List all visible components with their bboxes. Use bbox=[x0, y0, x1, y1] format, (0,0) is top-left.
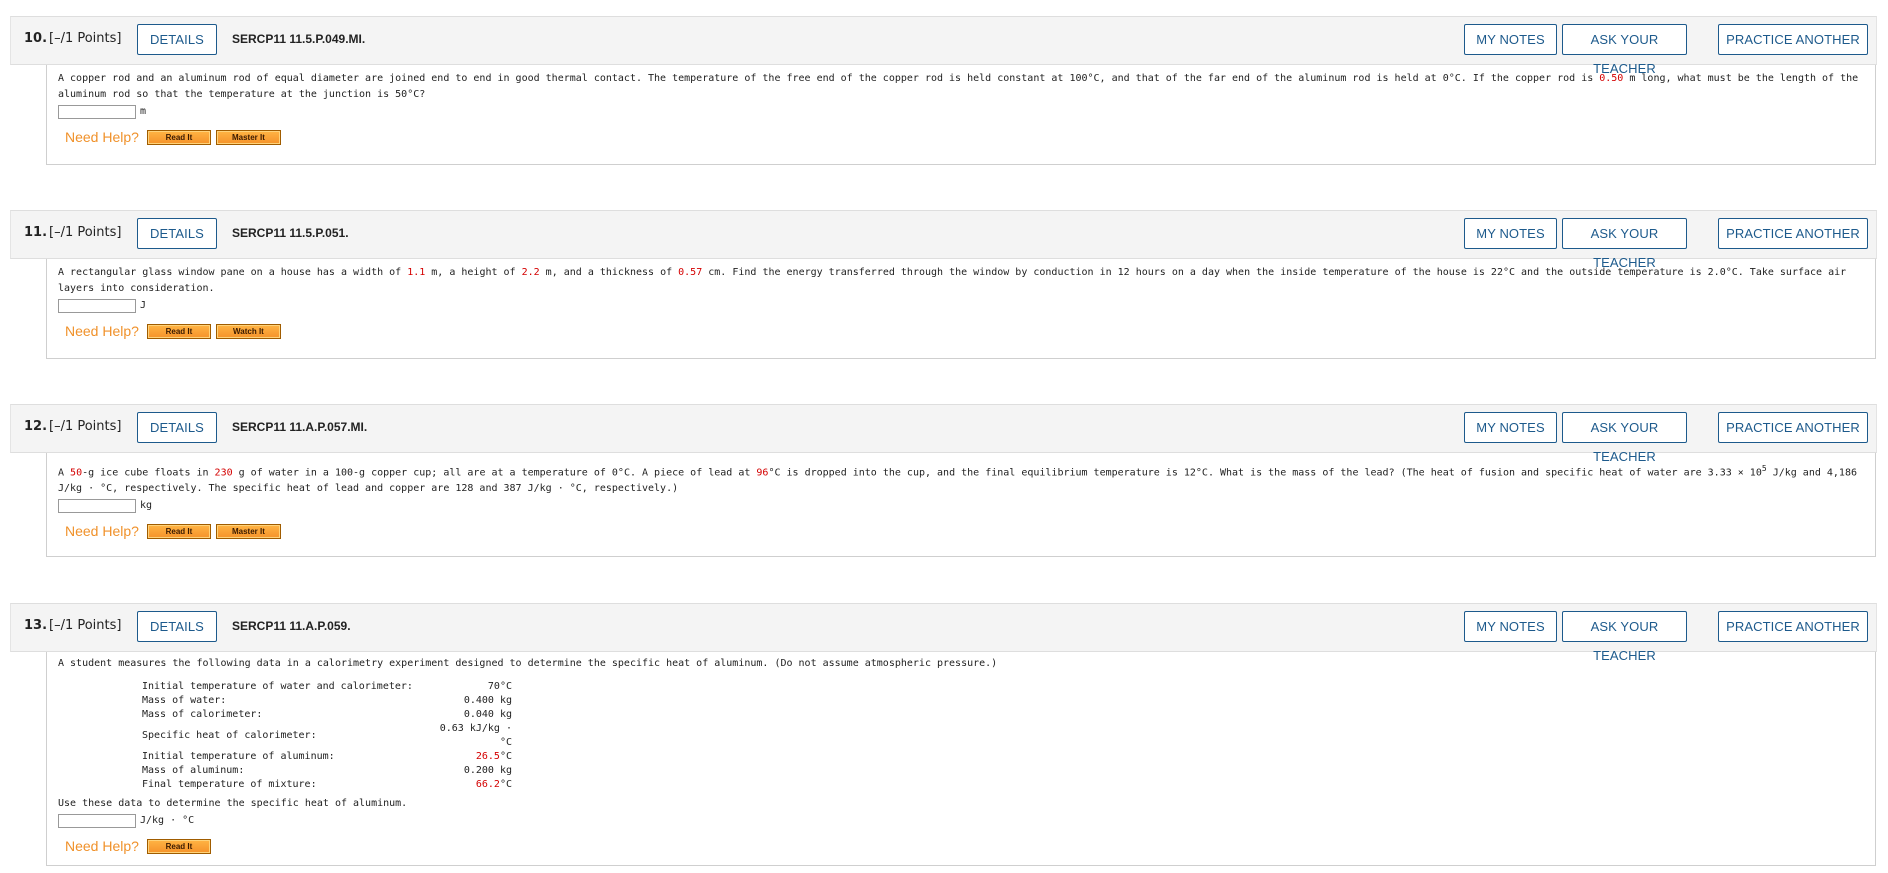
table-row: Final temperature of mixture: 66.2°C bbox=[142, 779, 512, 790]
ask-teacher-button[interactable]: ASK YOUR TEACHER bbox=[1562, 218, 1687, 270]
question-header: 11. [–/1 Points] DETAILS SERCP11 11.5.P.… bbox=[10, 210, 1877, 270]
answer-unit: J bbox=[140, 300, 147, 311]
answer-row: J/kg · °C bbox=[58, 812, 1865, 830]
question-body: A 50-g ice cube floats in 230 g of water… bbox=[46, 453, 1876, 557]
need-help-row: Need Help? Read It Master It bbox=[65, 127, 1865, 147]
my-notes-button[interactable]: MY NOTES bbox=[1464, 218, 1557, 249]
need-help-label: Need Help? bbox=[65, 838, 139, 854]
answer-input[interactable] bbox=[58, 499, 136, 514]
read-it-button[interactable]: Read It bbox=[146, 523, 211, 539]
answer-unit: m bbox=[140, 106, 147, 117]
question-points: [–/1 Points] bbox=[49, 31, 122, 46]
ask-teacher-button[interactable]: ASK YOUR TEACHER bbox=[1562, 24, 1687, 76]
question-header: 12. [–/1 Points] DETAILS SERCP11 11.A.P.… bbox=[10, 404, 1877, 464]
details-button[interactable]: DETAILS bbox=[137, 611, 217, 642]
table-row: Mass of calorimeter: 0.040 kg bbox=[142, 709, 512, 720]
given-value: 2.2 bbox=[521, 267, 540, 278]
answer-input[interactable] bbox=[58, 105, 136, 119]
table-row: Initial temperature of water and calorim… bbox=[142, 681, 512, 692]
question-header: 13. [–/1 Points] DETAILS SERCP11 11.A.P.… bbox=[10, 603, 1877, 663]
practice-another-button[interactable]: PRACTICE ANOTHER bbox=[1718, 218, 1868, 249]
question-body: A rectangular glass window pane on a hou… bbox=[46, 259, 1876, 359]
answer-unit: J/kg · °C bbox=[140, 815, 195, 826]
details-button[interactable]: DETAILS bbox=[137, 24, 217, 55]
read-it-button[interactable]: Read It bbox=[146, 323, 211, 339]
practice-another-button[interactable]: PRACTICE ANOTHER bbox=[1718, 412, 1868, 443]
answer-row: m bbox=[58, 103, 1865, 121]
read-it-button[interactable]: Read It bbox=[146, 838, 211, 854]
answer-input[interactable] bbox=[58, 814, 136, 828]
master-it-button[interactable]: Master It bbox=[215, 523, 281, 539]
question-13: 13. [–/1 Points] DETAILS SERCP11 11.A.P.… bbox=[10, 603, 1877, 866]
question-points: [–/1 Points] bbox=[49, 419, 122, 434]
question-10: 10. [–/1 Points] DETAILS SERCP11 11.5.P.… bbox=[10, 16, 1877, 165]
question-number: 13. bbox=[24, 618, 48, 633]
question-points: [–/1 Points] bbox=[49, 618, 122, 633]
table-row: Initial temperature of aluminum: 26.5°C bbox=[142, 751, 512, 762]
question-code: SERCP11 11.A.P.059. bbox=[232, 619, 351, 633]
question-body: A copper rod and an aluminum rod of equa… bbox=[46, 65, 1876, 165]
question-number: 11. bbox=[24, 225, 48, 240]
question-number: 10. bbox=[24, 31, 48, 46]
answer-row: J bbox=[58, 297, 1865, 315]
question-header: 10. [–/1 Points] DETAILS SERCP11 11.5.P.… bbox=[10, 16, 1877, 76]
master-it-button[interactable]: Master It bbox=[215, 129, 281, 145]
table-row: Mass of aluminum: 0.200 kg bbox=[142, 765, 512, 776]
question-number: 12. bbox=[24, 419, 48, 434]
answer-row: kg bbox=[58, 497, 1865, 515]
question-text: A rectangular glass window pane on a hou… bbox=[58, 267, 1847, 294]
question-body: A student measures the following data in… bbox=[46, 652, 1876, 866]
details-button[interactable]: DETAILS bbox=[137, 218, 217, 249]
watch-it-button[interactable]: Watch It bbox=[215, 323, 281, 339]
question-11: 11. [–/1 Points] DETAILS SERCP11 11.5.P.… bbox=[10, 210, 1877, 359]
question-code: SERCP11 11.5.P.049.MI. bbox=[232, 32, 366, 46]
question-text: A copper rod and an aluminum rod of equa… bbox=[58, 73, 1859, 100]
ask-teacher-button[interactable]: ASK YOUR TEACHER bbox=[1562, 412, 1687, 464]
question-text: A student measures the following data in… bbox=[58, 658, 998, 669]
details-button[interactable]: DETAILS bbox=[137, 412, 217, 443]
table-row: Mass of water: 0.400 kg bbox=[142, 695, 512, 706]
given-value: 230 bbox=[214, 467, 233, 479]
my-notes-button[interactable]: MY NOTES bbox=[1464, 24, 1557, 55]
question-code: SERCP11 11.5.P.051. bbox=[232, 226, 349, 240]
given-value: 0.50 bbox=[1599, 73, 1624, 84]
given-value: 1.1 bbox=[407, 267, 426, 278]
practice-another-button[interactable]: PRACTICE ANOTHER bbox=[1718, 611, 1868, 642]
data-table: Initial temperature of water and calorim… bbox=[142, 680, 512, 792]
given-value: 50 bbox=[70, 467, 83, 479]
need-help-label: Need Help? bbox=[65, 323, 139, 339]
answer-unit: kg bbox=[140, 500, 153, 512]
given-value: 96 bbox=[756, 467, 769, 479]
my-notes-button[interactable]: MY NOTES bbox=[1464, 412, 1557, 443]
question-instruction: Use these data to determine the specific… bbox=[58, 798, 408, 809]
answer-input[interactable] bbox=[58, 299, 136, 313]
question-12: 12. [–/1 Points] DETAILS SERCP11 11.A.P.… bbox=[10, 404, 1877, 557]
read-it-button[interactable]: Read It bbox=[146, 129, 211, 145]
need-help-label: Need Help? bbox=[65, 129, 139, 145]
given-value: 0.57 bbox=[678, 267, 703, 278]
ask-teacher-button[interactable]: ASK YOUR TEACHER bbox=[1562, 611, 1687, 663]
question-points: [–/1 Points] bbox=[49, 225, 122, 240]
need-help-row: Need Help? Read It bbox=[65, 836, 1865, 856]
need-help-label: Need Help? bbox=[65, 523, 139, 540]
question-code: SERCP11 11.A.P.057.MI. bbox=[232, 420, 368, 434]
my-notes-button[interactable]: MY NOTES bbox=[1464, 611, 1557, 642]
question-text: A 50-g ice cube floats in 230 g of water… bbox=[58, 464, 1857, 495]
table-row: Specific heat of calorimeter: 0.63 kJ/kg … bbox=[142, 723, 512, 748]
practice-another-button[interactable]: PRACTICE ANOTHER bbox=[1718, 24, 1868, 55]
need-help-row: Need Help? Read It Watch It bbox=[65, 321, 1865, 341]
need-help-row: Need Help? Read It Master It bbox=[65, 521, 1865, 541]
